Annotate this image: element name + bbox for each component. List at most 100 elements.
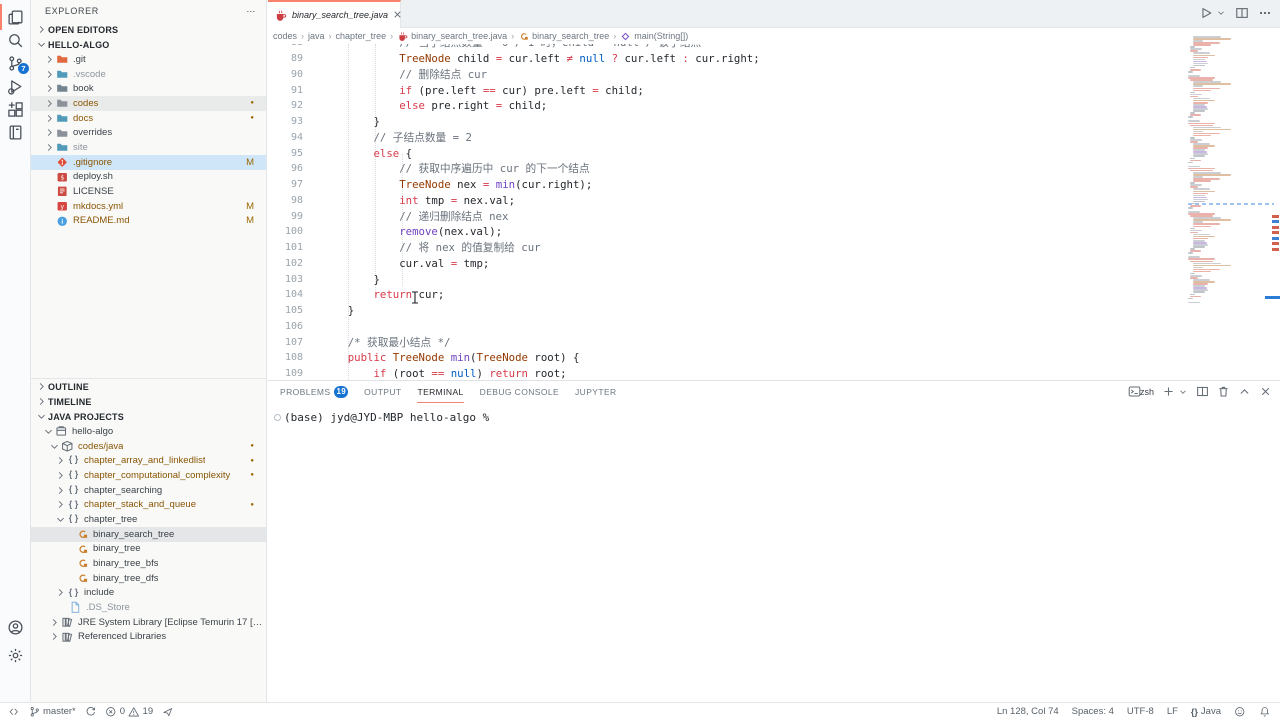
chevron-down-icon[interactable] — [49, 441, 60, 452]
panel-tab-terminal[interactable]: TERMINAL — [417, 381, 463, 403]
chevron-right-icon[interactable] — [44, 127, 55, 138]
code-line-96[interactable]: 96 // 获取中序遍历中 cur 的下一个结点 — [268, 161, 1184, 177]
chevron-right-icon[interactable] — [44, 83, 55, 94]
section-java-projects[interactable]: JAVA PROJECTS — [31, 409, 266, 424]
chevron-right-icon[interactable] — [55, 587, 66, 598]
java-item-codes-java[interactable]: codes/java● — [31, 439, 266, 454]
chevron-right-icon[interactable] — [55, 485, 66, 496]
breadcrumb-chapter_tree[interactable]: chapter_tree — [336, 31, 387, 41]
code-line-98[interactable]: 98 int tmp = nex.val; — [268, 193, 1184, 209]
section-outline[interactable]: OUTLINE — [31, 379, 266, 394]
sidebar-item-book[interactable]: book — [31, 81, 266, 96]
code-line-93[interactable]: 93 } — [268, 114, 1184, 130]
code-line-88[interactable]: 88 // 当子结点数量 = 0 / 1 时，child = null / 该子… — [268, 44, 1184, 51]
run-java-icon[interactable] — [1199, 6, 1213, 20]
more-actions-icon[interactable] — [1258, 6, 1272, 20]
code-line-99[interactable]: 99 // 递归删除结点 nex — [268, 208, 1184, 224]
java-item-JRE-System-Library-Eclipse-Temurin-17-17...[interactable]: JRE System Library [Eclipse Temurin 17 [… — [31, 615, 266, 630]
more-actions-icon[interactable]: ⋯ — [246, 6, 256, 17]
panel-tab-problems[interactable]: PROBLEMS19 — [280, 381, 348, 403]
code-line-102[interactable]: 102 cur.val = tmp; — [268, 256, 1184, 272]
cursor-position[interactable]: Ln 128, Col 74 — [997, 706, 1059, 717]
sidebar-item-README.md[interactable]: iREADME.mdM — [31, 214, 266, 229]
code-line-97[interactable]: 97 TreeNode nex = min(cur.right); — [268, 177, 1184, 193]
new-terminal-icon[interactable] — [1162, 385, 1175, 398]
java-item-binary_tree_dfs[interactable]: binary_tree_dfs — [31, 571, 266, 586]
remote-indicator-icon[interactable] — [8, 706, 20, 718]
code-line-101[interactable]: 101 // 将 nex 的值复制给 cur — [268, 240, 1184, 256]
chevron-right-icon[interactable] — [44, 69, 55, 80]
chevron-right-icon[interactable] — [49, 631, 60, 642]
code-line-103[interactable]: 103 } — [268, 271, 1184, 287]
breadcrumb-java[interactable]: java — [308, 31, 325, 41]
chevron-right-icon[interactable] — [55, 499, 66, 510]
activity-extensions-icon[interactable] — [0, 98, 30, 120]
chevron-down-icon[interactable] — [55, 514, 66, 525]
command-decoration-icon[interactable] — [274, 414, 281, 421]
split-terminal-icon[interactable] — [1196, 385, 1209, 398]
sidebar-item-codes[interactable]: codes● — [31, 96, 266, 111]
indentation[interactable]: Spaces: 4 — [1072, 706, 1114, 717]
java-item-include[interactable]: { }include — [31, 586, 266, 601]
breadcrumb-binary_search_tree[interactable]: binary_search_tree — [518, 31, 609, 42]
panel-tab-output[interactable]: OUTPUT — [364, 381, 401, 403]
chevron-right-icon[interactable] — [55, 455, 66, 466]
terminal[interactable]: (base) jyd@JYD-MBP hello-algo % — [268, 403, 1280, 702]
section-hello-algo[interactable]: HELLO-ALGO — [31, 37, 266, 52]
breadcrumb-binary_search_tree.java[interactable]: binary_search_tree.java — [397, 31, 507, 42]
git-branch-status[interactable]: master* — [29, 706, 76, 718]
panel-tab-jupyter[interactable]: JUPYTER — [575, 381, 617, 403]
sidebar-item-.gitignore[interactable]: .gitignoreM — [31, 155, 266, 170]
java-item-chapter_searching[interactable]: { }chapter_searching — [31, 483, 266, 498]
sidebar-item-.vscode[interactable]: .vscode — [31, 67, 266, 82]
activity-search-icon[interactable] — [0, 29, 30, 51]
sidebar-item-LICENSE[interactable]: LICENSE — [31, 184, 266, 199]
sidebar-item-docs[interactable]: docs● — [31, 111, 266, 126]
java-item-binary_search_tree[interactable]: binary_search_tree — [31, 527, 266, 542]
notifications-button[interactable] — [1259, 706, 1271, 718]
tab-close-icon[interactable] — [392, 9, 403, 21]
chevron-right-icon[interactable] — [44, 54, 55, 65]
problems-status[interactable]: 0 19 — [105, 706, 153, 718]
java-item-chapter_array_and_linkedlist[interactable]: { }chapter_array_and_linkedlist● — [31, 453, 266, 468]
activity-notebook-icon[interactable] — [0, 121, 30, 143]
code-line-107[interactable]: 107 /* 获取最小结点 */ — [268, 334, 1184, 350]
minimap[interactable] — [1184, 36, 1280, 311]
sidebar-item-.git[interactable]: .git — [31, 52, 266, 67]
encoding[interactable]: UTF-8 — [1127, 706, 1154, 717]
send-feedback-button[interactable] — [162, 706, 174, 718]
java-item-chapter_stack_and_queue[interactable]: { }chapter_stack_and_queue● — [31, 497, 266, 512]
sidebar-item-site[interactable]: site — [31, 140, 266, 155]
code-editor[interactable]: 88 // 当子结点数量 = 0 / 1 时，child = null / 该子… — [268, 44, 1280, 380]
breadcrumb-codes[interactable]: codes — [273, 31, 297, 41]
chevron-right-icon[interactable] — [55, 470, 66, 481]
terminal-dropdown-icon[interactable] — [1178, 387, 1188, 397]
java-item-hello-algo[interactable]: hello-algo — [31, 424, 266, 439]
sidebar-item-deploy.sh[interactable]: $deploy.sh — [31, 170, 266, 185]
activity-settings-icon[interactable] — [0, 644, 30, 666]
section-timeline[interactable]: TIMELINE — [31, 394, 266, 409]
code-line-109[interactable]: 109 if (root == null) return root; — [268, 366, 1184, 380]
code-line-89[interactable]: 89 TreeNode child = cur.left ≠ null ? cu… — [268, 51, 1184, 67]
sidebar-item-mkdocs.yml[interactable]: ymkdocs.ymlM — [31, 199, 266, 214]
run-dropdown-icon[interactable] — [1216, 8, 1226, 18]
code-line-91[interactable]: 91 if (pre.left == cur) pre.left = child… — [268, 82, 1184, 98]
section-open-editors[interactable]: OPEN EDITORS — [31, 22, 266, 37]
panel-tab-debug-console[interactable]: DEBUG CONSOLE — [480, 381, 559, 403]
breadcrumb-main-String-[interactable]: main(String[]) — [620, 31, 688, 42]
activity-accounts-icon[interactable] — [0, 616, 30, 638]
chevron-down-icon[interactable] — [43, 426, 54, 437]
chevron-right-icon[interactable] — [44, 142, 55, 153]
close-panel-icon[interactable] — [1259, 385, 1272, 398]
activity-explorer-icon[interactable] — [0, 6, 30, 28]
java-status-button[interactable] — [1234, 706, 1246, 718]
java-item-binary_tree_bfs[interactable]: binary_tree_bfs — [31, 556, 266, 571]
chevron-right-icon[interactable] — [44, 98, 55, 109]
chevron-right-icon[interactable] — [44, 113, 55, 124]
code-line-105[interactable]: 105 } — [268, 303, 1184, 319]
tab-binary-search-tree[interactable]: binary_search_tree.java — [268, 0, 401, 28]
java-item-Referenced-Libraries[interactable]: Referenced Libraries — [31, 630, 266, 645]
java-item-chapter_computational_complexity[interactable]: { }chapter_computational_complexity● — [31, 468, 266, 483]
java-item-binary_tree[interactable]: binary_tree — [31, 542, 266, 557]
eol-sequence[interactable]: LF — [1167, 706, 1178, 717]
